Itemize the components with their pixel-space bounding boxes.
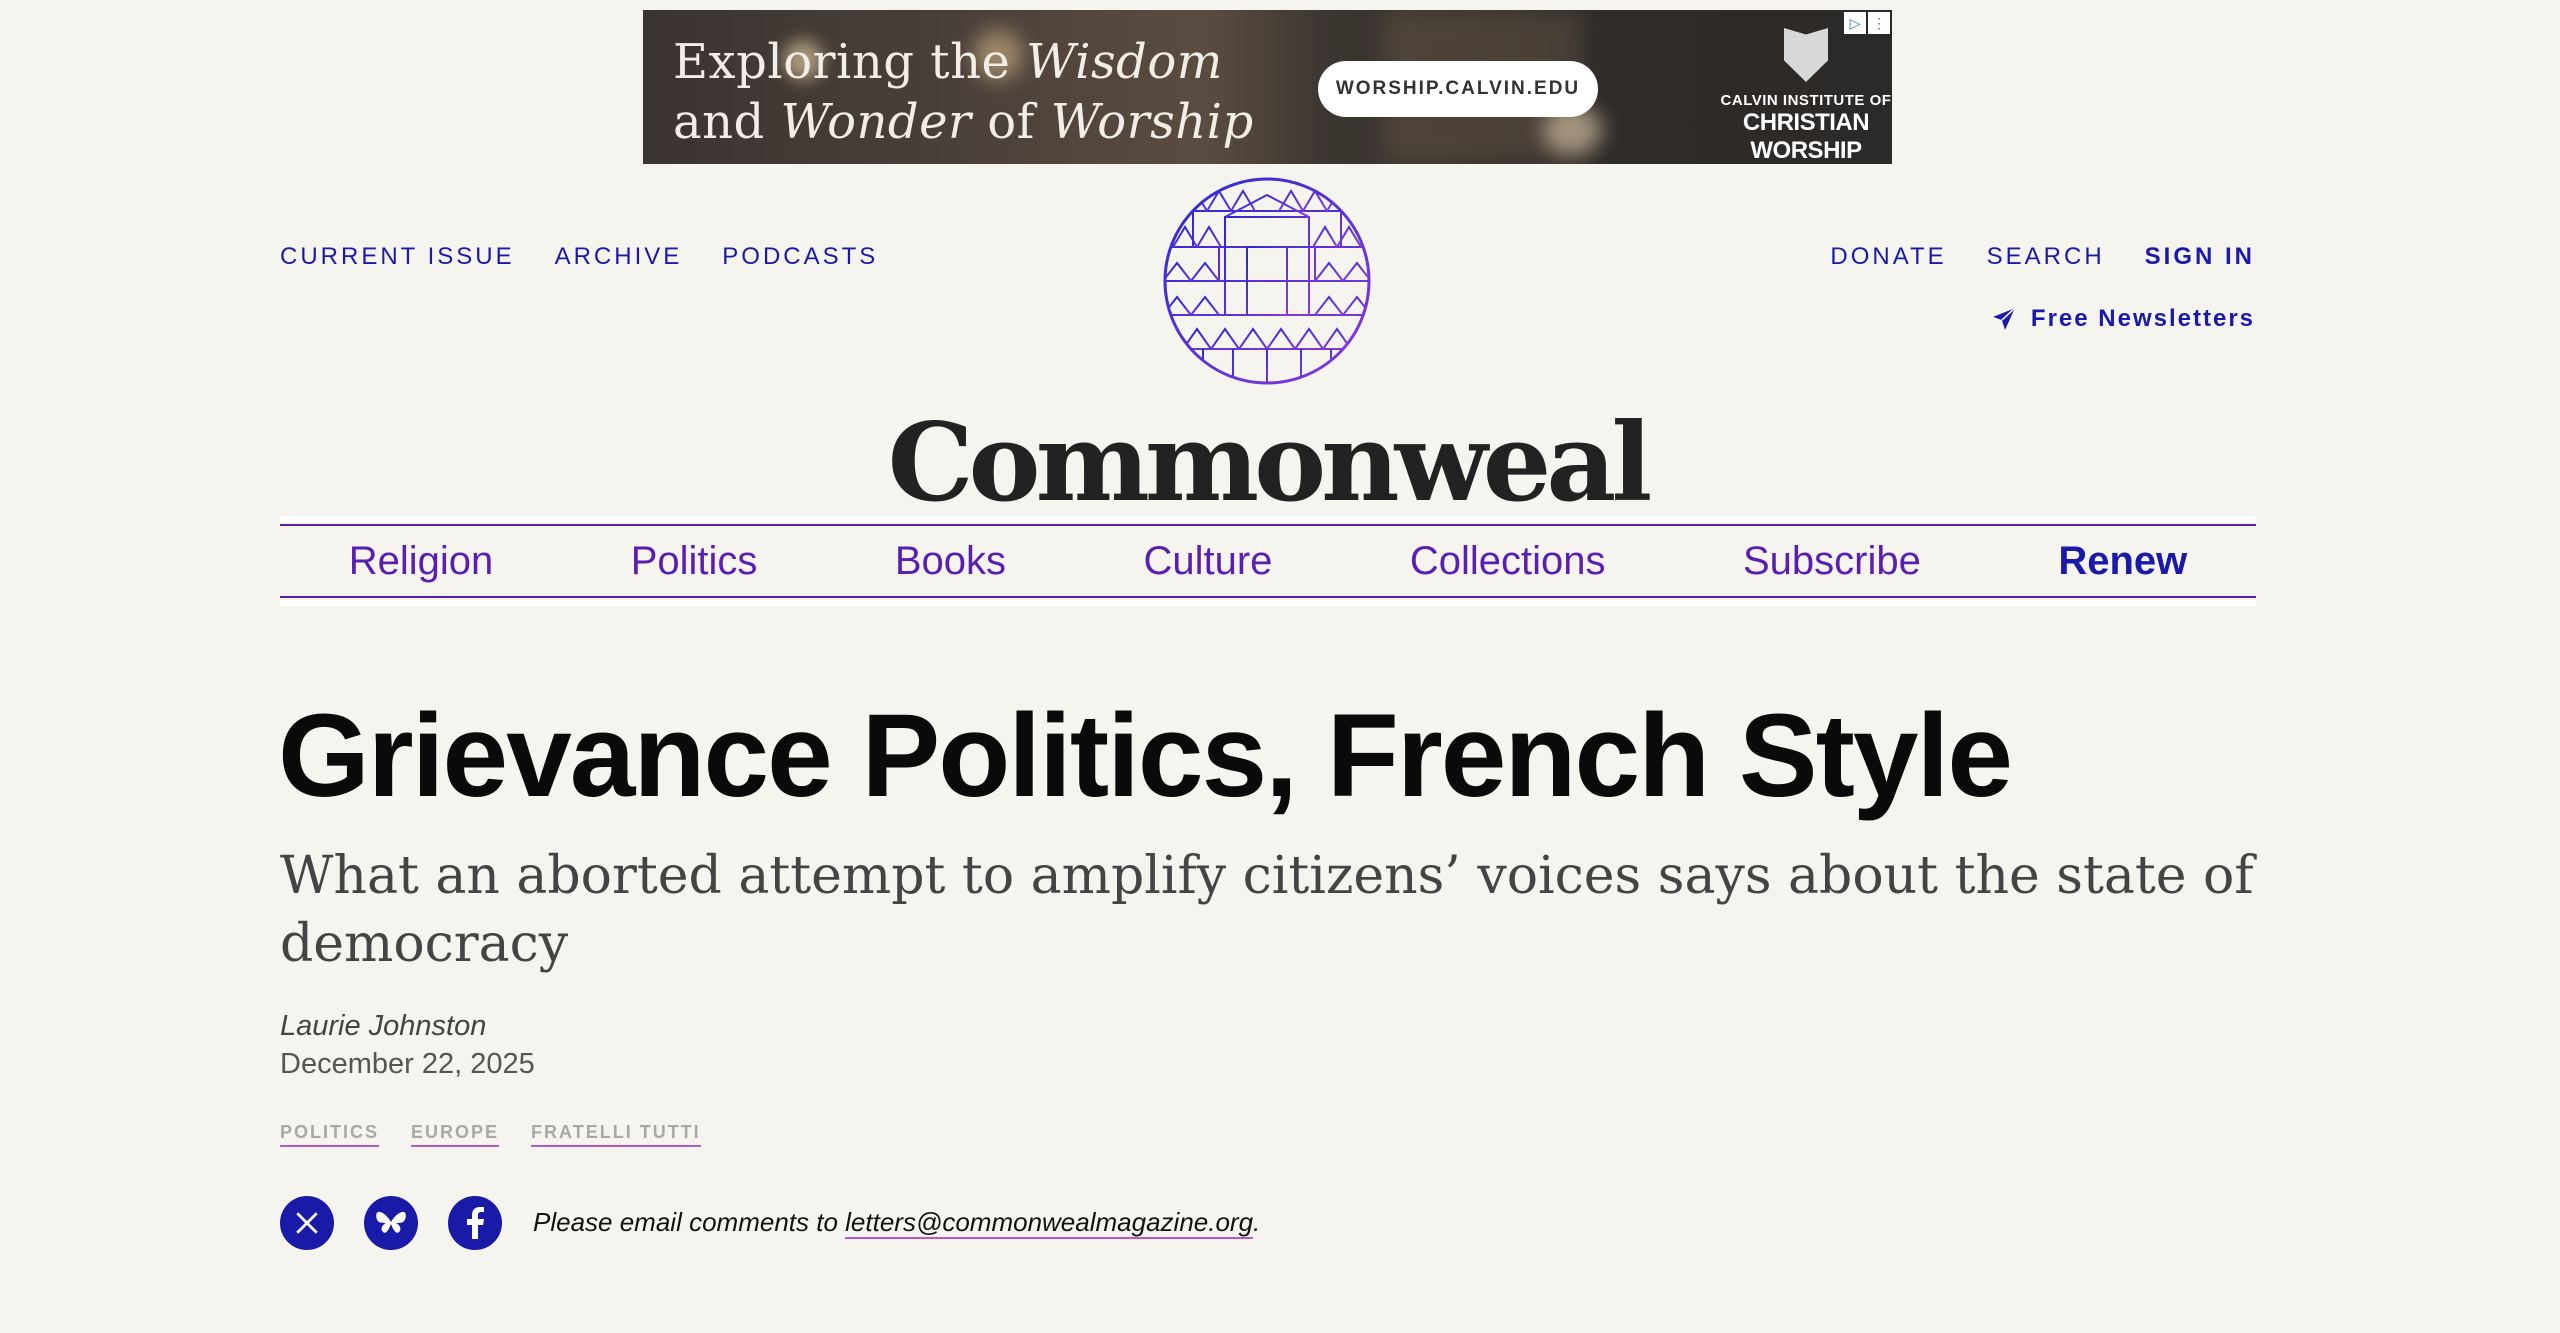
share-bluesky-button[interactable] (364, 1196, 418, 1250)
comment-prefix: Please email comments to (533, 1207, 846, 1237)
send-icon (1993, 307, 2016, 330)
tag-europe[interactable]: EUROPE (411, 1122, 500, 1147)
section-religion[interactable]: Religion (349, 539, 494, 584)
comment-email-link[interactable]: letters@commonwealmagazine.org (845, 1207, 1254, 1239)
nav-sign-in[interactable]: SIGN IN (2145, 243, 2255, 271)
ad-banner[interactable]: Exploring the Wisdom and Wonder of Worsh… (643, 10, 1892, 164)
adchoices-icon[interactable]: ▷ (1844, 12, 1866, 34)
section-collections[interactable]: Collections (1410, 539, 1606, 584)
nav-search[interactable]: SEARCH (1987, 243, 2105, 271)
nav-podcasts[interactable]: PODCASTS (722, 243, 878, 271)
site-wordmark[interactable]: Commonweal (0, 400, 2535, 526)
section-books[interactable]: Books (895, 539, 1006, 584)
share-x-button[interactable] (280, 1196, 334, 1250)
shield-icon (1784, 28, 1828, 82)
ad-brand-line1: CALVIN INSTITUTE OF (1720, 92, 1892, 109)
section-culture[interactable]: Culture (1143, 539, 1272, 584)
ad-menu-icon[interactable]: ⋮ (1868, 12, 1890, 34)
section-politics[interactable]: Politics (631, 539, 758, 584)
tag-politics[interactable]: POLITICS (280, 1122, 380, 1147)
article-author[interactable]: Laurie Johnston (280, 1010, 486, 1043)
share-facebook-button[interactable] (448, 1196, 502, 1250)
comment-suffix: . (1253, 1207, 1261, 1237)
facebook-icon (467, 1207, 484, 1239)
free-newsletters-label: Free Newsletters (2030, 305, 2255, 332)
x-icon (296, 1212, 318, 1234)
free-newsletters-link[interactable]: Free Newsletters (1991, 305, 2255, 333)
ad-url-button[interactable]: WORSHIP.CALVIN.EDU (1318, 61, 1598, 117)
article-date: December 22, 2025 (280, 1048, 535, 1080)
section-nav-bar: Religion Politics Books Culture Collecti… (280, 524, 2256, 598)
nav-archive[interactable]: ARCHIVE (555, 243, 683, 271)
article-subtitle: What an aborted attempt to amplify citiz… (280, 846, 2254, 974)
comment-note: Please email comments to letters@commonw… (533, 1207, 1261, 1239)
ad-brand-line2: CHRISTIAN WORSHIP (1742, 109, 1870, 164)
section-renew[interactable]: Renew (2058, 539, 2187, 584)
section-nav: Religion Politics Books Culture Collecti… (280, 516, 2256, 606)
share-buttons (280, 1196, 502, 1250)
top-nav-left: CURRENT ISSUE ARCHIVE PODCASTS (280, 243, 878, 271)
ad-brand: CALVIN INSTITUTE OF CHRISTIAN WORSHIP (1711, 28, 1892, 164)
commonweal-logo-icon[interactable] (1163, 177, 1371, 385)
ad-choices[interactable]: ▷ ⋮ (1844, 12, 1890, 34)
nav-current-issue[interactable]: CURRENT ISSUE (280, 243, 515, 271)
bluesky-icon (376, 1211, 406, 1233)
article-title: Grievance Politics, French Style (278, 690, 2013, 822)
article-tags: POLITICS EUROPE FRATELLI TUTTI (280, 1122, 701, 1147)
top-nav-right: DONATE SEARCH SIGN IN (1830, 243, 2255, 271)
ad-headline: Exploring the Wisdom and Wonder of Worsh… (673, 34, 1254, 150)
tag-fratelli-tutti[interactable]: FRATELLI TUTTI (531, 1122, 701, 1147)
nav-donate[interactable]: DONATE (1830, 243, 1946, 271)
section-subscribe[interactable]: Subscribe (1743, 539, 1921, 584)
